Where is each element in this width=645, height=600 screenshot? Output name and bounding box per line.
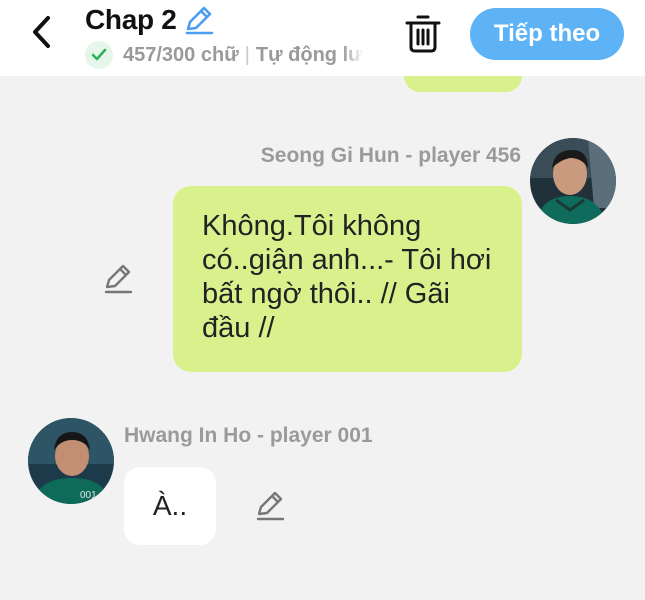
back-chevron-icon[interactable] (26, 12, 60, 52)
check-circle-icon (85, 41, 113, 69)
trash-icon[interactable] (404, 14, 442, 54)
message-bubble[interactable]: À.. (124, 467, 216, 545)
next-button[interactable]: Tiếp theo (470, 8, 624, 60)
svg-text:001: 001 (80, 490, 97, 501)
status-row: 457/300 chữ | Tự động lưu (85, 41, 364, 69)
edit-pencil-icon[interactable] (253, 489, 287, 523)
title-row: Chap 2 (85, 4, 215, 36)
edit-pencil-icon[interactable] (101, 262, 135, 296)
avatar[interactable]: 001 (28, 418, 114, 504)
avatar[interactable] (530, 138, 616, 224)
speaker-name: Hwang In Ho - player 001 (124, 424, 373, 447)
title-pencil-icon[interactable] (183, 5, 215, 35)
top-bar: Chap 2 457/300 chữ | Tự động lưu Tiếp th… (0, 0, 645, 76)
chapter-title[interactable]: Chap 2 (85, 4, 177, 36)
speaker-name: Seong Gi Hun - player 456 (260, 144, 521, 167)
autosave-label: Tự động lưu (255, 43, 364, 66)
word-count: 457/300 chữ (123, 43, 239, 66)
divider: | (244, 43, 250, 66)
message-bubble[interactable]: Không.Tôi không có..giận anh...- Tôi hơi… (173, 186, 522, 372)
